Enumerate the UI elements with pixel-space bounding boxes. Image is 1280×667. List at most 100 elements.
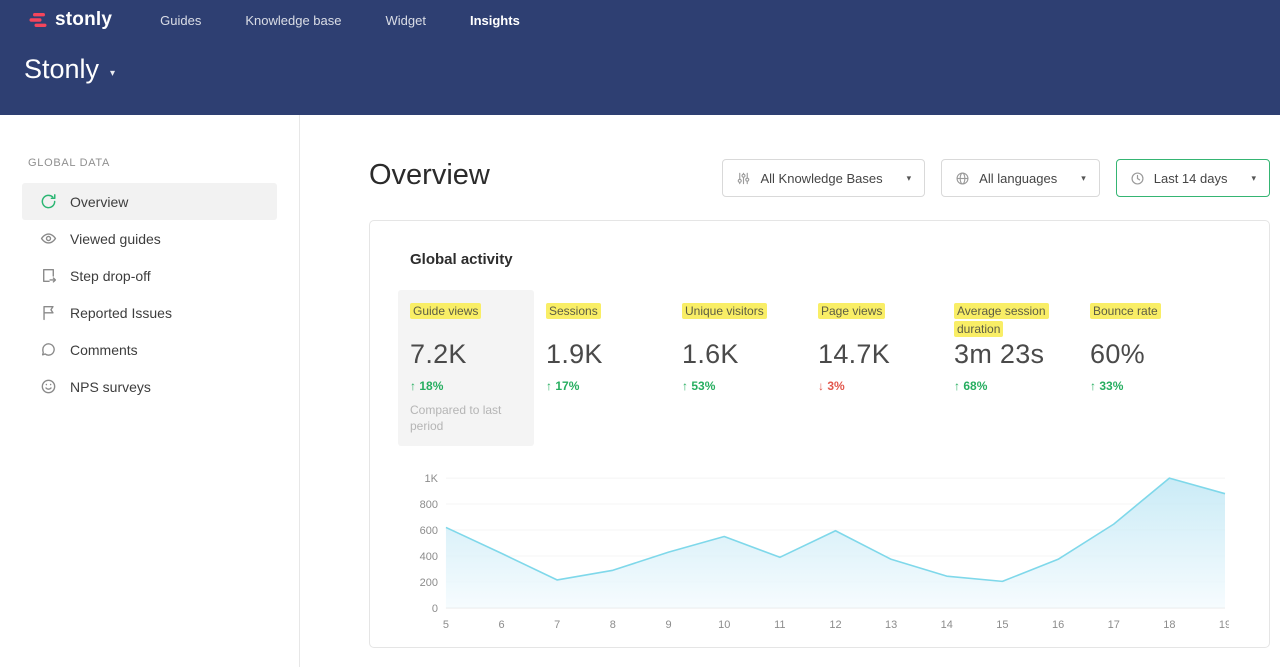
svg-text:400: 400 [420, 551, 438, 563]
svg-text:9: 9 [666, 619, 672, 631]
sidebar-items: Overview Viewed guides Step drop-off Rep… [0, 183, 299, 405]
filter-all-languages[interactable]: All languages ▾ [941, 159, 1100, 197]
sliders-icon [736, 171, 751, 186]
svg-text:13: 13 [885, 619, 897, 631]
metric-label: Sessions [546, 303, 601, 319]
top-navigation: stonly Guides Knowledge base Widget Insight… [0, 0, 1280, 40]
sidebar-item-label: Overview [70, 194, 128, 210]
comment-icon [40, 341, 57, 358]
sidebar-item-nps-surveys[interactable]: NPS surveys [22, 368, 277, 405]
metric-change: ↑ 33% [1090, 379, 1202, 393]
metric-bounce-rate[interactable]: Bounce rate 60% ↑ 33% [1078, 290, 1214, 405]
globe-icon [955, 171, 970, 186]
stonly-logo-icon [28, 10, 48, 30]
metrics-row: Guide views 7.2K ↑ 18% Compared to last … [398, 290, 1229, 446]
topnav-item-widget[interactable]: Widget [386, 13, 426, 28]
sidebar-item-step-drop-off[interactable]: Step drop-off [22, 257, 277, 294]
sidebar-item-label: Reported Issues [70, 305, 172, 321]
metric-label: Guide views [410, 303, 481, 319]
step-dropoff-icon [40, 267, 57, 284]
metric-change: ↑ 68% [954, 379, 1066, 393]
metric-label: Unique visitors [682, 303, 767, 319]
sidebar-item-label: Comments [70, 342, 138, 358]
sidebar-item-overview[interactable]: Overview [22, 183, 277, 220]
sidebar-item-comments[interactable]: Comments [22, 331, 277, 368]
sidebar-item-label: Step drop-off [70, 268, 151, 284]
metric-change: ↑ 53% [682, 379, 794, 393]
overview-icon [40, 193, 57, 210]
metric-label: Bounce rate [1090, 303, 1161, 319]
svg-text:5: 5 [443, 619, 449, 631]
stonly-logo[interactable]: stonly [28, 9, 112, 31]
page-title: Overview [369, 159, 490, 192]
svg-text:10: 10 [718, 619, 730, 631]
svg-text:1K: 1K [425, 473, 439, 485]
clock-icon [1130, 171, 1145, 186]
metric-page-views[interactable]: Page views 14.7K ↓ 3% [806, 290, 942, 405]
page-body: GLOBAL DATA Overview Viewed guides Step … [0, 115, 1280, 667]
svg-text:0: 0 [432, 603, 438, 615]
filter-label: Last 14 days [1154, 171, 1228, 186]
workspace-switcher[interactable]: Stonly ▾ [0, 40, 115, 85]
topnav-item-knowledge-base[interactable]: Knowledge base [245, 13, 341, 28]
metric-guide-views[interactable]: Guide views 7.2K ↑ 18% Compared to last … [398, 290, 534, 446]
svg-text:6: 6 [499, 619, 505, 631]
metric-label: Page views [818, 303, 885, 319]
chevron-down-icon: ▾ [110, 68, 115, 79]
sidebar-item-label: Viewed guides [70, 231, 161, 247]
topnav-item-insights[interactable]: Insights [470, 13, 520, 28]
main-header-row: Overview All Knowledge Bases ▾ All langu… [369, 159, 1270, 197]
svg-text:18: 18 [1163, 619, 1175, 631]
metric-change: ↓ 3% [818, 379, 930, 393]
metric-value: 7.2K [410, 339, 522, 370]
sidebar-item-viewed-guides[interactable]: Viewed guides [22, 220, 277, 257]
workspace-name: Stonly [24, 54, 99, 85]
chevron-down-icon: ▾ [907, 173, 912, 184]
trend-arrow-icon: ↑ [410, 379, 416, 393]
chevron-down-icon: ▾ [1081, 173, 1086, 184]
metric-label: Average session duration [954, 303, 1049, 337]
sidebar: GLOBAL DATA Overview Viewed guides Step … [0, 115, 300, 667]
svg-text:14: 14 [941, 619, 953, 631]
metric-value: 60% [1090, 339, 1202, 370]
metric-unique-visitors[interactable]: Unique visitors 1.6K ↑ 53% [670, 290, 806, 405]
metric-value: 14.7K [818, 339, 930, 370]
metric-change: ↑ 17% [546, 379, 658, 393]
metric-sessions[interactable]: Sessions 1.9K ↑ 17% [534, 290, 670, 405]
global-data-section-label: GLOBAL DATA [0, 157, 299, 169]
topnav-items: Guides Knowledge base Widget Insights [160, 13, 520, 28]
metric-value: 3m 23s [954, 339, 1066, 370]
sidebar-item-reported-issues[interactable]: Reported Issues [22, 294, 277, 331]
trend-arrow-icon: ↑ [682, 379, 688, 393]
svg-text:800: 800 [420, 499, 438, 511]
filter-label: All Knowledge Bases [760, 171, 882, 186]
topnav-item-guides[interactable]: Guides [160, 13, 201, 28]
svg-text:11: 11 [774, 619, 785, 631]
svg-text:17: 17 [1108, 619, 1120, 631]
chevron-down-icon: ▾ [1251, 173, 1256, 184]
main-content: Overview All Knowledge Bases ▾ All langu… [300, 115, 1280, 667]
card-title: Global activity [410, 251, 1229, 268]
activity-area-chart: 02004006008001K5678910111213141516171819 [410, 472, 1229, 634]
filter-label: All languages [979, 171, 1057, 186]
global-activity-card: Global activity Guide views 7.2K ↑ 18% C… [369, 220, 1270, 648]
metric-average-session-duration[interactable]: Average session duration 3m 23s ↑ 68% [942, 290, 1078, 405]
metric-value: 1.6K [682, 339, 794, 370]
filter-last-14-days[interactable]: Last 14 days ▾ [1116, 159, 1270, 197]
svg-text:15: 15 [996, 619, 1008, 631]
svg-text:7: 7 [554, 619, 560, 631]
svg-text:16: 16 [1052, 619, 1064, 631]
eye-icon [40, 230, 57, 247]
svg-text:19: 19 [1219, 619, 1229, 631]
trend-arrow-icon: ↑ [546, 379, 552, 393]
filter-all-knowledge-bases[interactable]: All Knowledge Bases ▾ [722, 159, 925, 197]
trend-arrow-icon: ↑ [954, 379, 960, 393]
metric-note: Compared to last period [410, 402, 514, 434]
metric-value: 1.9K [546, 339, 658, 370]
app-header: stonly Guides Knowledge base Widget Insight… [0, 0, 1280, 115]
svg-text:600: 600 [420, 525, 438, 537]
svg-text:200: 200 [420, 577, 438, 589]
filters: All Knowledge Bases ▾ All languages ▾ La… [722, 159, 1270, 197]
sidebar-item-label: NPS surveys [70, 379, 151, 395]
trend-arrow-icon: ↑ [1090, 379, 1096, 393]
